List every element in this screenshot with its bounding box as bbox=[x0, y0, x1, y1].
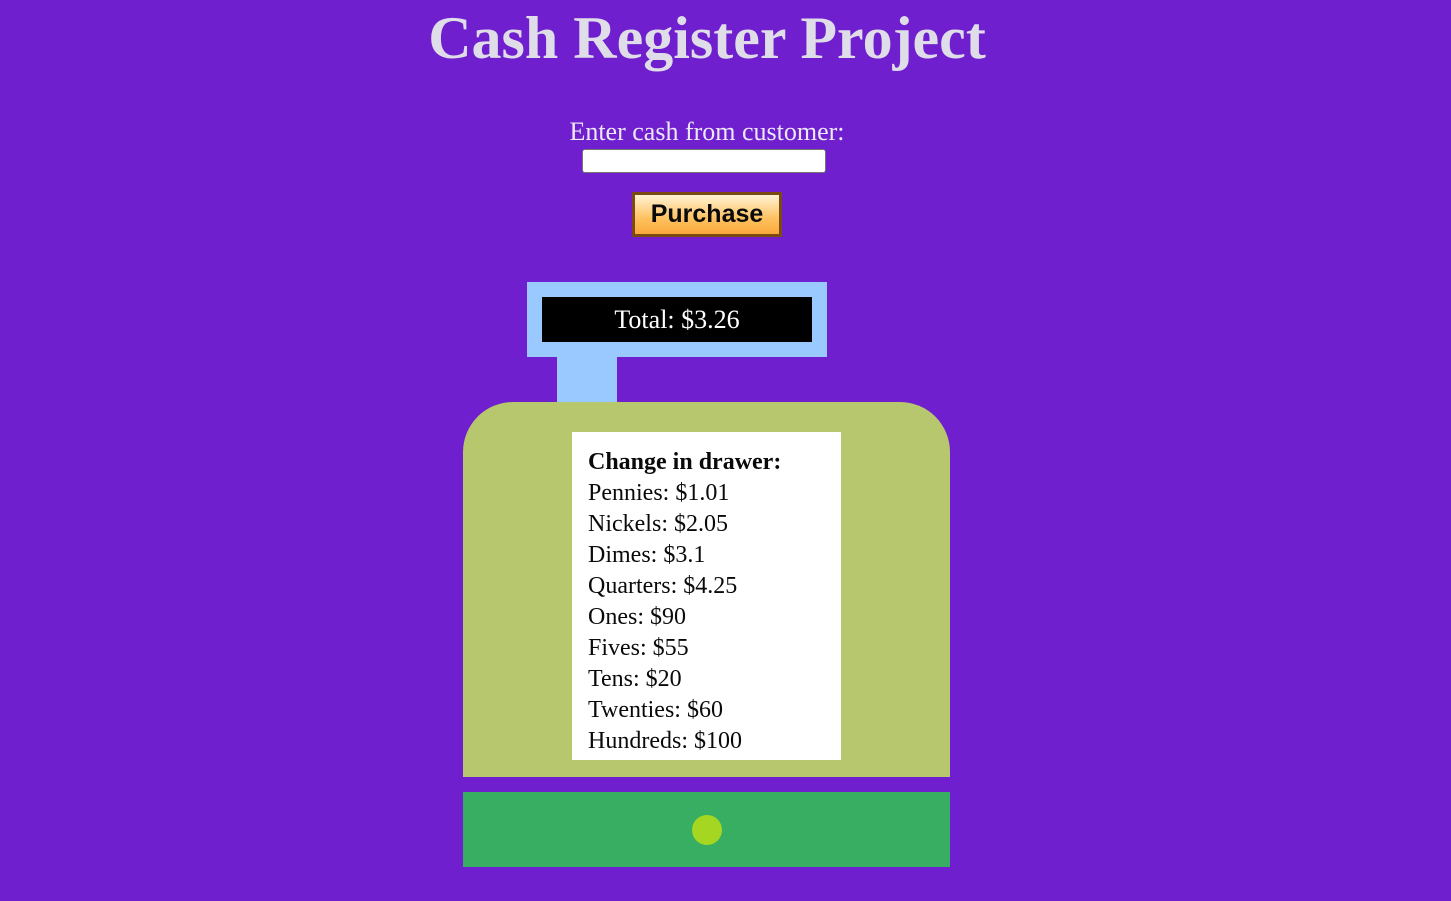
drawer-item-nickels: Nickels: $2.05 bbox=[588, 511, 728, 537]
cash-input-label: Enter cash from customer: bbox=[569, 117, 845, 146]
drawer-item-pennies: Pennies: $1.01 bbox=[588, 480, 730, 506]
cash-input[interactable] bbox=[582, 149, 826, 173]
drawer-item-ones: Ones: $90 bbox=[588, 604, 686, 630]
page: Cash Register Project Enter cash from cu… bbox=[0, 0, 1451, 901]
drawer-knob bbox=[692, 815, 722, 845]
purchase-button[interactable]: Purchase bbox=[632, 192, 782, 237]
total-display: Total: $3.26 bbox=[542, 297, 812, 342]
drawer-item-quarters: Quarters: $4.25 bbox=[588, 573, 738, 599]
drawer-item-fives: Fives: $55 bbox=[588, 635, 689, 661]
page-title: Cash Register Project bbox=[428, 5, 986, 71]
change-in-drawer-heading: Change in drawer: bbox=[588, 449, 782, 475]
drawer-item-tens: Tens: $20 bbox=[588, 666, 682, 692]
drawer-item-dimes: Dimes: $3.1 bbox=[588, 542, 706, 568]
cash-drawer bbox=[463, 792, 950, 867]
total-display-frame: Total: $3.26 bbox=[527, 282, 827, 357]
change-in-drawer-panel: Change in drawer: Pennies: $1.01 Nickels… bbox=[572, 432, 841, 760]
drawer-item-twenties: Twenties: $60 bbox=[588, 697, 723, 723]
display-stand bbox=[557, 357, 617, 405]
drawer-item-hundreds: Hundreds: $100 bbox=[588, 728, 742, 754]
